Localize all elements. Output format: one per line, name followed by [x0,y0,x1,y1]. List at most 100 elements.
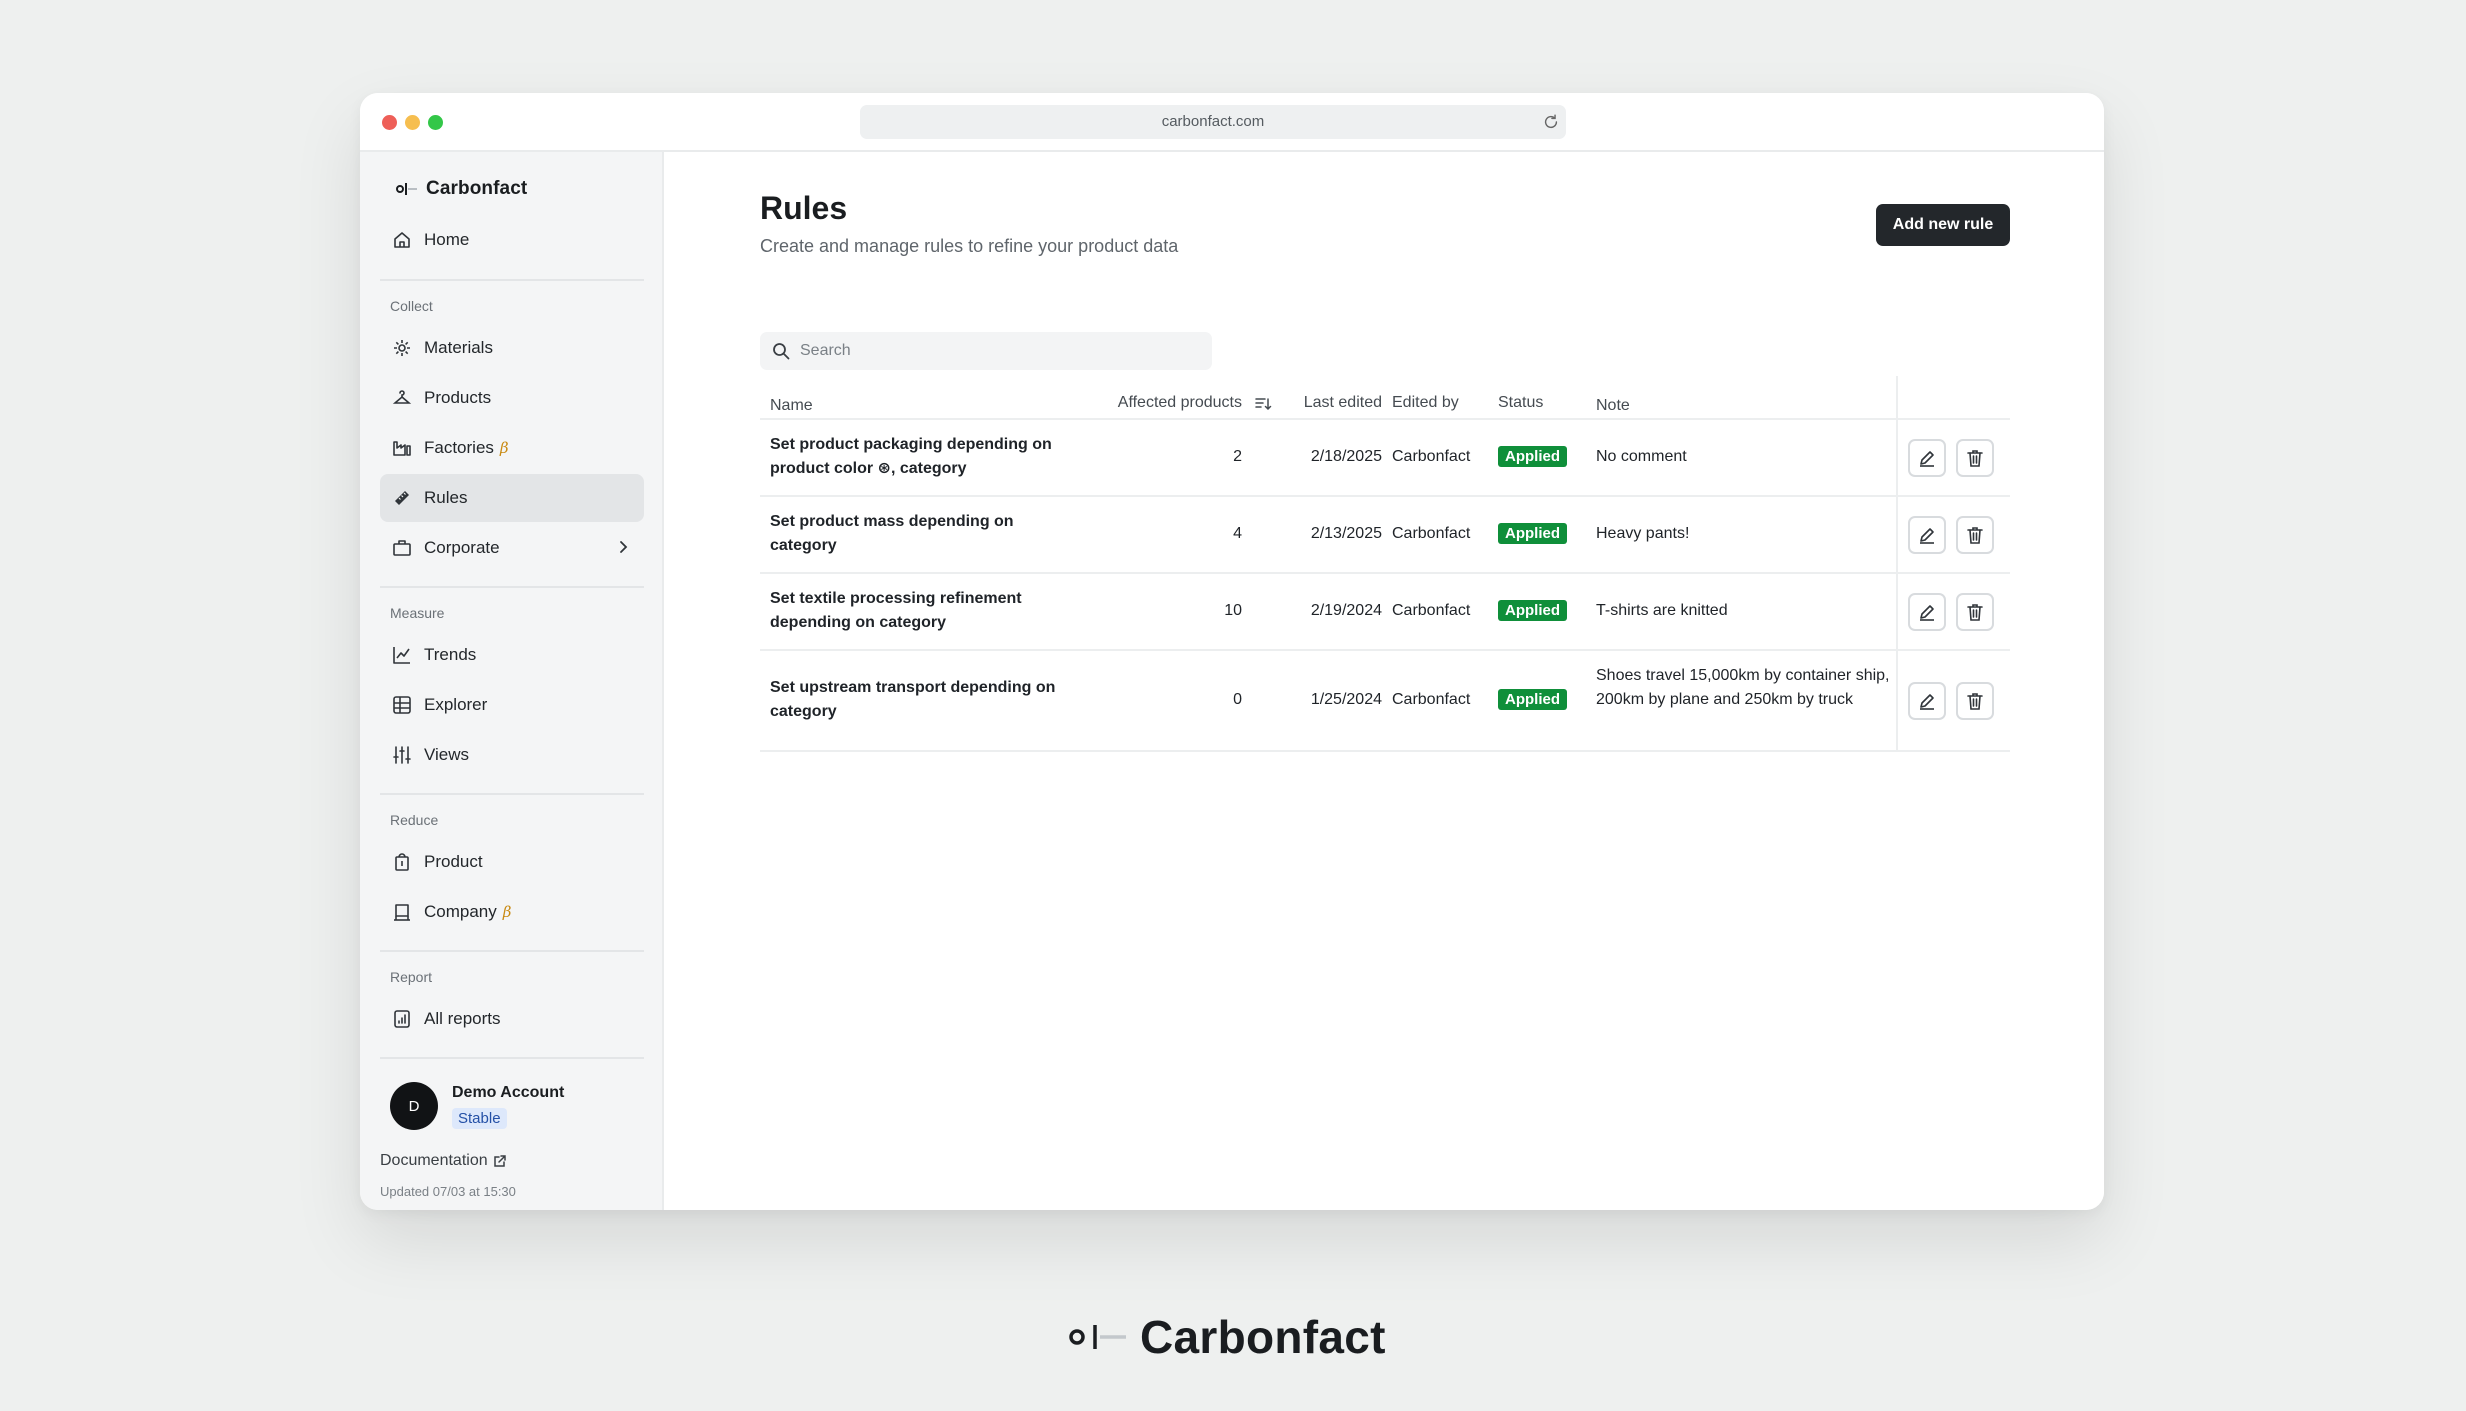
table-header: Name Affected products Last edited Edite… [760,376,2010,420]
rule-note: Shoes travel 15,000km by container ship,… [1596,667,1890,708]
sidebar-item-rules[interactable]: Rules [380,474,644,522]
sidebar-brand[interactable]: Carbonfact [396,176,527,202]
table-row[interactable]: Set product mass depending on category 4… [760,497,2010,574]
search-box[interactable] [760,332,1212,370]
last-edited-date: 1/25/2024 [1310,691,1382,708]
edited-by: Carbonfact [1392,448,1471,465]
sidebar-item-label: Materials [424,338,493,357]
trash-icon [1967,527,1983,544]
section-label-measure: Measure [390,605,445,621]
ruler-icon [395,491,409,505]
brand-name: Carbonfact [426,178,528,199]
sidebar-item-home[interactable]: Home [380,216,644,264]
sidebar-divider [380,1057,644,1059]
affected-count: 0 [1233,691,1242,708]
delete-rule-button[interactable] [1956,682,1994,720]
beta-badge: β [502,903,512,921]
sidebar-item-company[interactable]: Company β [380,888,644,936]
sidebar-item-label: Home [424,230,470,249]
pencil-icon [1920,694,1934,710]
status-badge: Applied [1498,600,1567,621]
table-row[interactable]: Set product packaging depending on produ… [760,420,2010,497]
edit-rule-button[interactable] [1908,593,1946,631]
line-chart-icon [393,647,410,664]
factory-icon [393,441,411,456]
page-title: Rules [760,190,848,226]
pencil-icon [1920,451,1934,467]
footer-brand-name: Carbonfact [1140,1311,1386,1363]
delete-rule-button[interactable] [1956,439,1994,477]
sidebar-item-corporate[interactable]: Corporate [380,524,644,572]
trash-icon [1967,450,1983,467]
sidebar-item-label: Company [424,902,497,921]
sidebar-divider [380,586,644,588]
sidebar-item-factories[interactable]: Factories β [380,424,644,472]
search-icon [773,343,790,360]
footer-brand: Carbonfact [1068,1310,1386,1364]
sidebar-divider [380,793,644,795]
browser-window: carbonfact.com Carbonfact Home Collect M… [360,93,2104,1210]
pencil-icon [1920,605,1934,621]
search-input[interactable] [800,342,1200,360]
edit-rule-button[interactable] [1908,682,1946,720]
column-header-name[interactable]: Name [770,394,1070,418]
rule-name: Set product mass depending on category [770,513,1014,554]
edit-rule-button[interactable] [1908,439,1946,477]
table-row[interactable]: Set upstream transport depending on cate… [760,651,2010,752]
status-badge: Applied [1498,446,1567,467]
column-header-affected[interactable]: Affected products [1100,394,1242,412]
last-edited-date: 2/19/2024 [1310,602,1382,619]
close-window-button[interactable] [382,115,397,130]
edited-by: Carbonfact [1392,525,1471,542]
rule-name: Set textile processing refinement depend… [770,590,1022,631]
delete-rule-button[interactable] [1956,516,1994,554]
last-edited-date: 2/18/2025 [1310,448,1382,465]
last-updated-text: Updated 07/03 at 15:30 [380,1184,516,1199]
add-new-rule-button[interactable]: Add new rule [1876,204,2010,246]
affected-count: 4 [1233,525,1242,542]
edited-by: Carbonfact [1392,602,1471,619]
affected-count: 10 [1224,602,1242,619]
last-edited-date: 2/13/2025 [1310,525,1382,542]
environment-badge: Stable [452,1107,507,1129]
section-label-reduce: Reduce [390,812,439,828]
edited-by: Carbonfact [1392,691,1471,708]
sort-descending-icon[interactable] [1254,395,1272,413]
delete-rule-button[interactable] [1956,593,1994,631]
browser-titlebar: carbonfact.com [360,93,2104,152]
account-switcher[interactable]: D Demo Account Stable [390,1082,564,1130]
column-header-note[interactable]: Note [1596,394,1892,418]
sidebar-item-all-reports[interactable]: All reports [380,995,644,1043]
sidebar-item-materials[interactable]: Materials [380,324,644,372]
grid-table-icon [393,696,411,714]
sidebar-item-label: Product [424,852,483,871]
account-name: Demo Account [452,1083,565,1101]
column-header-last-edited[interactable]: Last edited [1280,394,1382,412]
building-icon [394,904,410,921]
reload-icon[interactable] [1542,113,1560,131]
avatar: D [390,1082,438,1130]
sidebar-item-trends[interactable]: Trends [380,631,644,679]
url-text: carbonfact.com [1161,113,1265,130]
maximize-window-button[interactable] [428,115,443,130]
column-header-edited-by[interactable]: Edited by [1392,394,1459,412]
sidebar-item-label: Rules [424,488,468,507]
column-header-status[interactable]: Status [1498,394,1543,412]
sidebar-item-views[interactable]: Views [380,731,644,779]
status-badge: Applied [1498,523,1567,544]
price-tag-icon [395,853,409,871]
documentation-link[interactable]: Documentation [380,1152,507,1170]
briefcase-icon [393,540,411,556]
address-bar[interactable]: carbonfact.com [860,105,1566,139]
rule-note: No comment [1596,448,1687,465]
external-link-icon [493,1155,506,1167]
section-label-report: Report [390,969,433,985]
sidebar-item-explorer[interactable]: Explorer [380,681,644,729]
edit-rule-button[interactable] [1908,516,1946,554]
table-row[interactable]: Set textile processing refinement depend… [760,574,2010,651]
chevron-right-icon [620,541,628,553]
sidebar-item-products[interactable]: Products [380,374,644,422]
minimize-window-button[interactable] [405,115,420,130]
sidebar-item-product[interactable]: Product [380,838,644,886]
home-icon [394,232,410,248]
